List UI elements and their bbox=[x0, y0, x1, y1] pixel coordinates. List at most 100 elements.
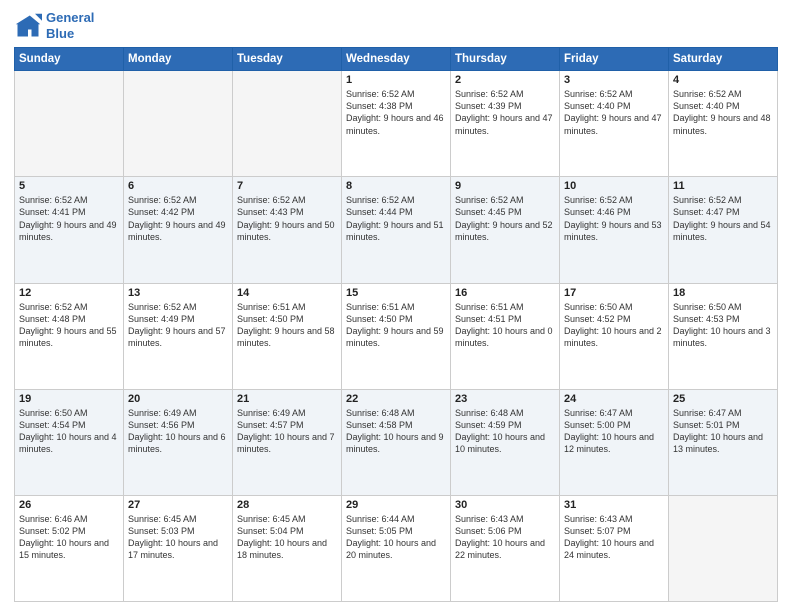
weekday-header: Monday bbox=[124, 48, 233, 71]
logo-text: General Blue bbox=[46, 10, 94, 41]
calendar-header-row: SundayMondayTuesdayWednesdayThursdayFrid… bbox=[15, 48, 778, 71]
day-number: 29 bbox=[346, 499, 446, 511]
calendar-cell: 3 Sunrise: 6:52 AM Sunset: 4:40 PM Daylig… bbox=[560, 71, 669, 177]
day-number: 11 bbox=[673, 180, 773, 192]
day-number: 7 bbox=[237, 180, 337, 192]
cell-info: Sunrise: 6:51 AM Sunset: 4:50 PM Dayligh… bbox=[346, 301, 446, 350]
calendar-cell: 31Sunrise: 6:43 AM Sunset: 5:07 PM Dayli… bbox=[560, 495, 669, 601]
cell-info: Sunrise: 6:48 AM Sunset: 4:58 PM Dayligh… bbox=[346, 407, 446, 456]
calendar-cell: 30 Sunrise: 6:43 AM Sunset: 5:06 PM Dayli… bbox=[451, 495, 560, 601]
day-number: 21 bbox=[237, 393, 337, 405]
day-number: 19 bbox=[19, 393, 119, 405]
calendar-cell bbox=[124, 71, 233, 177]
day-number: 1 bbox=[346, 74, 446, 86]
day-number: 9 bbox=[455, 180, 555, 192]
calendar-cell bbox=[233, 71, 342, 177]
cell-info: Sunrise: 6:44 AM Sunset: 5:05 PM Dayligh… bbox=[346, 513, 446, 562]
calendar-cell: 12 Sunrise: 6:52 AM Sunset: 4:48 PM Dayli… bbox=[15, 283, 124, 389]
cell-info: Sunrise: 6:52 AM Sunset: 4:40 PM Dayligh… bbox=[673, 88, 773, 137]
cell-info: Sunrise: 6:52 AM Sunset: 4:39 PM Dayligh… bbox=[455, 88, 555, 137]
cell-info: Sunrise: 6:43 AM Sunset: 5:07 PM Dayligh… bbox=[564, 513, 664, 562]
day-number: 10 bbox=[564, 180, 664, 192]
calendar-cell: 9 Sunrise: 6:52 AM Sunset: 4:45 PM Daylig… bbox=[451, 177, 560, 283]
cell-info: Sunrise: 6:50 AM Sunset: 4:53 PM Dayligh… bbox=[673, 301, 773, 350]
cell-info: Sunrise: 6:52 AM Sunset: 4:38 PM Dayligh… bbox=[346, 88, 446, 137]
calendar-cell: 22Sunrise: 6:48 AM Sunset: 4:58 PM Dayli… bbox=[342, 389, 451, 495]
calendar-cell: 2 Sunrise: 6:52 AM Sunset: 4:39 PM Daylig… bbox=[451, 71, 560, 177]
calendar-cell: 18 Sunrise: 6:50 AM Sunset: 4:53 PM Dayli… bbox=[669, 283, 778, 389]
day-number: 5 bbox=[19, 180, 119, 192]
calendar-cell: 6Sunrise: 6:52 AM Sunset: 4:42 PM Daylig… bbox=[124, 177, 233, 283]
day-number: 18 bbox=[673, 287, 773, 299]
cell-info: Sunrise: 6:49 AM Sunset: 4:56 PM Dayligh… bbox=[128, 407, 228, 456]
calendar-cell bbox=[15, 71, 124, 177]
header: General Blue bbox=[14, 10, 778, 41]
calendar-cell: 8 Sunrise: 6:52 AM Sunset: 4:44 PM Daylig… bbox=[342, 177, 451, 283]
calendar-cell: 17Sunrise: 6:50 AM Sunset: 4:52 PM Dayli… bbox=[560, 283, 669, 389]
cell-info: Sunrise: 6:52 AM Sunset: 4:49 PM Dayligh… bbox=[128, 301, 228, 350]
calendar-cell: 15 Sunrise: 6:51 AM Sunset: 4:50 PM Dayli… bbox=[342, 283, 451, 389]
cell-info: Sunrise: 6:52 AM Sunset: 4:47 PM Dayligh… bbox=[673, 194, 773, 243]
day-number: 15 bbox=[346, 287, 446, 299]
weekday-header: Thursday bbox=[451, 48, 560, 71]
day-number: 8 bbox=[346, 180, 446, 192]
day-number: 3 bbox=[564, 74, 664, 86]
calendar-cell: 27 Sunrise: 6:45 AM Sunset: 5:03 PM Dayli… bbox=[124, 495, 233, 601]
calendar-week-row: 1 Sunrise: 6:52 AM Sunset: 4:38 PM Daylig… bbox=[15, 71, 778, 177]
calendar-cell: 20 Sunrise: 6:49 AM Sunset: 4:56 PM Dayli… bbox=[124, 389, 233, 495]
day-number: 24 bbox=[564, 393, 664, 405]
calendar-cell: 16 Sunrise: 6:51 AM Sunset: 4:51 PM Dayli… bbox=[451, 283, 560, 389]
calendar-cell: 26Sunrise: 6:46 AM Sunset: 5:02 PM Dayli… bbox=[15, 495, 124, 601]
cell-info: Sunrise: 6:52 AM Sunset: 4:48 PM Dayligh… bbox=[19, 301, 119, 350]
day-number: 4 bbox=[673, 74, 773, 86]
cell-info: Sunrise: 6:51 AM Sunset: 4:50 PM Dayligh… bbox=[237, 301, 337, 350]
cell-info: Sunrise: 6:52 AM Sunset: 4:45 PM Dayligh… bbox=[455, 194, 555, 243]
calendar-week-row: 5 Sunrise: 6:52 AM Sunset: 4:41 PM Daylig… bbox=[15, 177, 778, 283]
weekday-header: Wednesday bbox=[342, 48, 451, 71]
cell-info: Sunrise: 6:43 AM Sunset: 5:06 PM Dayligh… bbox=[455, 513, 555, 562]
calendar-cell: 23Sunrise: 6:48 AM Sunset: 4:59 PM Dayli… bbox=[451, 389, 560, 495]
logo: General Blue bbox=[14, 10, 94, 41]
day-number: 2 bbox=[455, 74, 555, 86]
cell-info: Sunrise: 6:47 AM Sunset: 5:00 PM Dayligh… bbox=[564, 407, 664, 456]
day-number: 28 bbox=[237, 499, 337, 511]
cell-info: Sunrise: 6:49 AM Sunset: 4:57 PM Dayligh… bbox=[237, 407, 337, 456]
calendar-cell: 28 Sunrise: 6:45 AM Sunset: 5:04 PM Dayli… bbox=[233, 495, 342, 601]
calendar-cell: 13 Sunrise: 6:52 AM Sunset: 4:49 PM Dayli… bbox=[124, 283, 233, 389]
cell-info: Sunrise: 6:52 AM Sunset: 4:43 PM Dayligh… bbox=[237, 194, 337, 243]
cell-info: Sunrise: 6:52 AM Sunset: 4:46 PM Dayligh… bbox=[564, 194, 664, 243]
calendar-cell: 10 Sunrise: 6:52 AM Sunset: 4:46 PM Dayli… bbox=[560, 177, 669, 283]
calendar-cell: 11 Sunrise: 6:52 AM Sunset: 4:47 PM Dayli… bbox=[669, 177, 778, 283]
cell-info: Sunrise: 6:50 AM Sunset: 4:52 PM Dayligh… bbox=[564, 301, 664, 350]
day-number: 14 bbox=[237, 287, 337, 299]
day-number: 12 bbox=[19, 287, 119, 299]
cell-info: Sunrise: 6:45 AM Sunset: 5:04 PM Dayligh… bbox=[237, 513, 337, 562]
calendar-week-row: 19Sunrise: 6:50 AM Sunset: 4:54 PM Dayli… bbox=[15, 389, 778, 495]
calendar-cell: 25Sunrise: 6:47 AM Sunset: 5:01 PM Dayli… bbox=[669, 389, 778, 495]
cell-info: Sunrise: 6:52 AM Sunset: 4:41 PM Dayligh… bbox=[19, 194, 119, 243]
weekday-header: Friday bbox=[560, 48, 669, 71]
calendar-cell: 7 Sunrise: 6:52 AM Sunset: 4:43 PM Daylig… bbox=[233, 177, 342, 283]
day-number: 27 bbox=[128, 499, 228, 511]
cell-info: Sunrise: 6:52 AM Sunset: 4:42 PM Dayligh… bbox=[128, 194, 228, 243]
cell-info: Sunrise: 6:52 AM Sunset: 4:44 PM Dayligh… bbox=[346, 194, 446, 243]
calendar-table: SundayMondayTuesdayWednesdayThursdayFrid… bbox=[14, 47, 778, 602]
calendar-cell: 14 Sunrise: 6:51 AM Sunset: 4:50 PM Dayli… bbox=[233, 283, 342, 389]
weekday-header: Saturday bbox=[669, 48, 778, 71]
calendar-week-row: 26Sunrise: 6:46 AM Sunset: 5:02 PM Dayli… bbox=[15, 495, 778, 601]
day-number: 20 bbox=[128, 393, 228, 405]
day-number: 30 bbox=[455, 499, 555, 511]
weekday-header: Tuesday bbox=[233, 48, 342, 71]
day-number: 26 bbox=[19, 499, 119, 511]
cell-info: Sunrise: 6:52 AM Sunset: 4:40 PM Dayligh… bbox=[564, 88, 664, 137]
calendar-cell: 5 Sunrise: 6:52 AM Sunset: 4:41 PM Daylig… bbox=[15, 177, 124, 283]
cell-info: Sunrise: 6:47 AM Sunset: 5:01 PM Dayligh… bbox=[673, 407, 773, 456]
cell-info: Sunrise: 6:45 AM Sunset: 5:03 PM Dayligh… bbox=[128, 513, 228, 562]
weekday-header: Sunday bbox=[15, 48, 124, 71]
day-number: 16 bbox=[455, 287, 555, 299]
calendar-cell: 19Sunrise: 6:50 AM Sunset: 4:54 PM Dayli… bbox=[15, 389, 124, 495]
page: General Blue SundayMondayTuesdayWednesda… bbox=[0, 0, 792, 612]
day-number: 13 bbox=[128, 287, 228, 299]
cell-info: Sunrise: 6:51 AM Sunset: 4:51 PM Dayligh… bbox=[455, 301, 555, 350]
calendar-cell bbox=[669, 495, 778, 601]
